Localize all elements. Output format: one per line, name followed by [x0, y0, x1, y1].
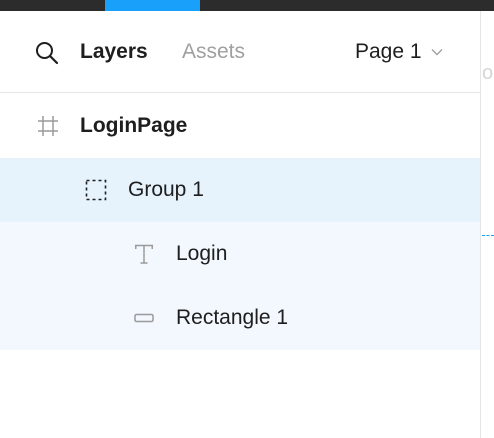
canvas-partial-text: og	[482, 62, 494, 84]
layer-label: Group 1	[128, 178, 204, 201]
chevron-down-icon	[430, 45, 444, 59]
figma-window: Layers Assets Page 1 LoginPage Group 1 L…	[0, 0, 494, 438]
layer-row-login[interactable]: Login	[0, 222, 480, 286]
tab-layers[interactable]: Layers	[80, 39, 148, 65]
layer-label: LoginPage	[80, 114, 188, 137]
layer-label: Login	[176, 242, 228, 265]
panel-divider	[480, 11, 481, 438]
page-selector[interactable]: Page 1	[355, 39, 444, 65]
search-icon[interactable]	[34, 40, 60, 66]
canvas-selection-guide	[482, 235, 494, 236]
page-selector-label: Page 1	[355, 40, 422, 63]
tab-assets[interactable]: Assets	[182, 39, 245, 65]
layers-panel: Layers Assets Page 1 LoginPage Group 1 L…	[0, 11, 480, 438]
layers-panel-header: Layers Assets Page 1	[0, 11, 480, 93]
rectangle-layer-icon	[132, 306, 156, 330]
layer-row-group-1[interactable]: Group 1	[0, 158, 480, 222]
layer-row-rectangle-1[interactable]: Rectangle 1	[0, 286, 480, 350]
layer-row-loginpage[interactable]: LoginPage	[0, 94, 480, 158]
layer-label: Rectangle 1	[176, 306, 289, 329]
frame-hash-icon	[36, 114, 60, 138]
group-dashed-icon	[84, 178, 108, 202]
top-toolbar	[0, 0, 494, 11]
active-toolbar-tab[interactable]	[105, 0, 200, 11]
text-layer-icon	[132, 242, 156, 266]
